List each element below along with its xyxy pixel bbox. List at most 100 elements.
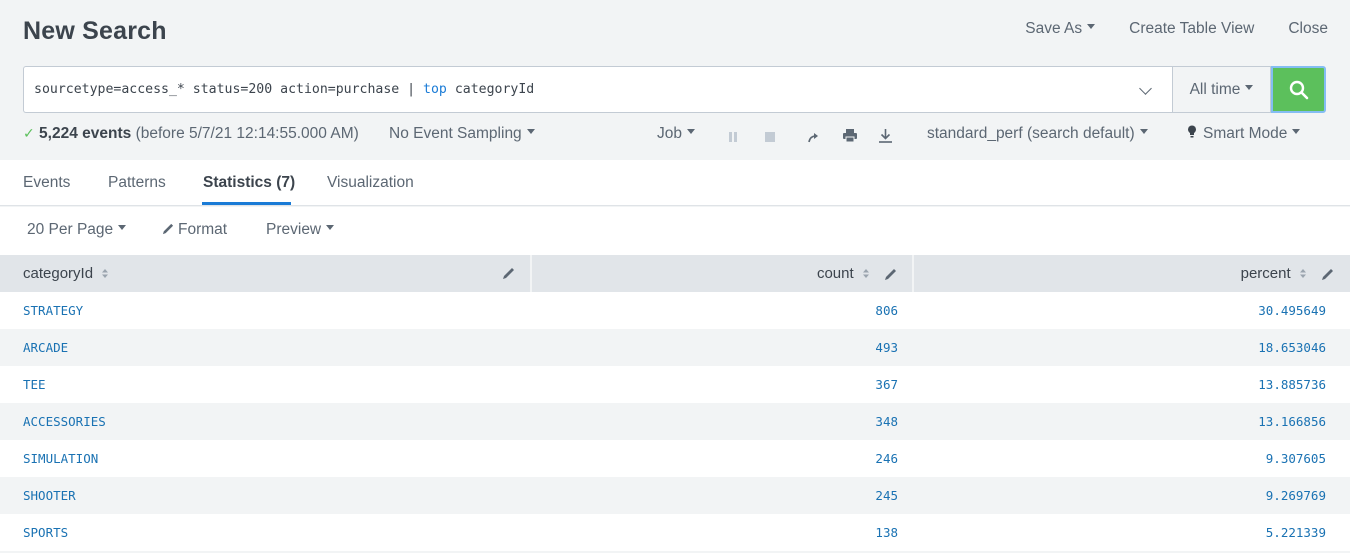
table-header-row: categoryId count percent	[0, 255, 1350, 292]
cell-count[interactable]: 246	[531, 440, 913, 477]
stop-button[interactable]	[765, 128, 776, 146]
print-button[interactable]	[843, 127, 857, 145]
top-actions: Save As Create Table View Close	[1025, 20, 1328, 38]
tab-patterns[interactable]: Patterns	[108, 174, 166, 192]
save-as-button[interactable]: Save As	[1025, 20, 1096, 38]
cell-percent[interactable]: 9.269769	[913, 477, 1350, 514]
statistics-table: categoryId count percent STRATEGY 806 30…	[0, 255, 1350, 551]
pause-icon	[729, 132, 737, 143]
save-as-label: Save As	[1025, 20, 1083, 37]
job-dropdown[interactable]: Job	[657, 125, 695, 143]
table-row: SHOOTER 245 9.269769	[0, 477, 1350, 514]
per-page-dropdown[interactable]: 20 Per Page	[27, 221, 127, 239]
cell-categoryid[interactable]: SPORTS	[0, 514, 531, 551]
cell-categoryid[interactable]: ARCADE	[0, 329, 531, 366]
cell-percent[interactable]: 18.653046	[913, 329, 1350, 366]
cell-count[interactable]: 138	[531, 514, 913, 551]
page-title: New Search	[23, 17, 167, 45]
column-header-percent[interactable]: percent	[913, 255, 1350, 292]
column-label: categoryId	[23, 265, 94, 282]
cell-categoryid[interactable]: TEE	[0, 366, 531, 403]
smart-mode-dropdown[interactable]: Smart Mode	[1187, 125, 1301, 143]
cell-count[interactable]: 348	[531, 403, 913, 440]
sampling-label: No Event Sampling	[389, 125, 522, 142]
query-suffix: categoryId	[446, 82, 535, 97]
cell-categoryid[interactable]: STRATEGY	[0, 292, 531, 329]
query-command-keyword: top	[423, 82, 447, 97]
cell-categoryid[interactable]: SIMULATION	[0, 440, 531, 477]
create-table-view-button[interactable]: Create Table View	[1129, 20, 1254, 38]
tab-statistics[interactable]: Statistics (7)	[203, 174, 295, 192]
search-mode-perf-dropdown[interactable]: standard_perf (search default)	[927, 125, 1148, 143]
caret-down-icon	[1087, 24, 1096, 30]
search-status-bar: ✓ 5,224 events (before 5/7/21 12:14:55.0…	[23, 125, 1326, 149]
close-button[interactable]: Close	[1288, 20, 1328, 38]
table-row: SIMULATION 246 9.307605	[0, 440, 1350, 477]
cell-categoryid[interactable]: SHOOTER	[0, 477, 531, 514]
column-label: count	[816, 265, 854, 282]
event-count: 5,224 events	[39, 125, 132, 142]
column-header-categoryid[interactable]: categoryId	[0, 255, 532, 292]
preview-label: Preview	[266, 221, 322, 238]
tab-events[interactable]: Events	[23, 174, 70, 192]
format-label: Format	[178, 221, 228, 238]
mode-label: Smart Mode	[1203, 125, 1288, 142]
format-button[interactable]: Format	[162, 221, 227, 239]
print-icon	[843, 129, 857, 143]
perf-label: standard_perf (search default)	[927, 125, 1135, 142]
job-label: Job	[657, 125, 682, 142]
search-query-input[interactable]: sourcetype=access_* status=200 action=pu…	[23, 66, 1172, 113]
sort-icon[interactable]	[862, 268, 870, 279]
search-bar: sourcetype=access_* status=200 action=pu…	[23, 66, 1326, 113]
export-button[interactable]	[879, 127, 892, 145]
cell-percent[interactable]: 13.885736	[913, 366, 1350, 403]
search-button[interactable]	[1271, 66, 1326, 113]
pencil-icon	[162, 223, 174, 234]
download-icon	[879, 128, 892, 143]
column-header-count[interactable]: count	[531, 255, 914, 292]
cell-count[interactable]: 367	[531, 366, 913, 403]
caret-down-icon	[1139, 129, 1148, 135]
edit-column-icon[interactable]	[884, 268, 897, 281]
caret-down-icon	[526, 129, 535, 135]
cell-count[interactable]: 806	[531, 292, 913, 329]
cell-percent[interactable]: 9.307605	[913, 440, 1350, 477]
edit-column-icon[interactable]	[1321, 268, 1334, 281]
event-summary: ✓ 5,224 events (before 5/7/21 12:14:55.0…	[23, 125, 359, 143]
checkmark-icon: ✓	[23, 125, 35, 141]
search-icon	[1289, 80, 1308, 99]
chevron-down-icon[interactable]	[1139, 82, 1152, 95]
caret-down-icon	[1292, 129, 1301, 135]
share-arrow-icon	[808, 132, 818, 143]
cell-count[interactable]: 245	[531, 477, 913, 514]
lightbulb-icon	[1188, 125, 1196, 138]
pause-button[interactable]	[728, 128, 738, 146]
cell-count[interactable]: 493	[531, 329, 913, 366]
event-time: (before 5/7/21 12:14:55.000 AM)	[135, 125, 359, 142]
page-header: New Search Save As Create Table View Clo…	[0, 0, 1350, 64]
caret-down-icon	[687, 129, 695, 135]
preview-dropdown[interactable]: Preview	[266, 221, 335, 239]
caret-down-icon	[1245, 85, 1254, 90]
results-toolbar: 20 Per Page Format Preview	[0, 207, 1350, 255]
table-row: ACCESSORIES 348 13.166856	[0, 403, 1350, 440]
results-tabs: Events Patterns Statistics (7) Visualiza…	[0, 160, 1350, 206]
table-row: ARCADE 493 18.653046	[0, 329, 1350, 366]
sort-icon[interactable]	[1299, 268, 1307, 279]
edit-column-icon[interactable]	[502, 267, 515, 280]
sort-icon[interactable]	[101, 268, 109, 279]
column-label: percent	[1240, 265, 1291, 282]
time-range-picker[interactable]: All time	[1172, 66, 1271, 113]
cell-percent[interactable]: 13.166856	[913, 403, 1350, 440]
cell-categoryid[interactable]: ACCESSORIES	[0, 403, 531, 440]
table-row: STRATEGY 806 30.495649	[0, 292, 1350, 329]
cell-percent[interactable]: 5.221339	[913, 514, 1350, 551]
query-prefix: sourcetype=access_* status=200 action=pu…	[34, 82, 424, 97]
share-button[interactable]	[807, 128, 820, 146]
table-row: TEE 367 13.885736	[0, 366, 1350, 403]
cell-percent[interactable]: 30.495649	[913, 292, 1350, 329]
per-page-label: 20 Per Page	[27, 221, 114, 238]
time-range-label: All time	[1189, 80, 1241, 98]
tab-visualization[interactable]: Visualization	[327, 174, 414, 192]
event-sampling-dropdown[interactable]: No Event Sampling	[389, 125, 535, 143]
